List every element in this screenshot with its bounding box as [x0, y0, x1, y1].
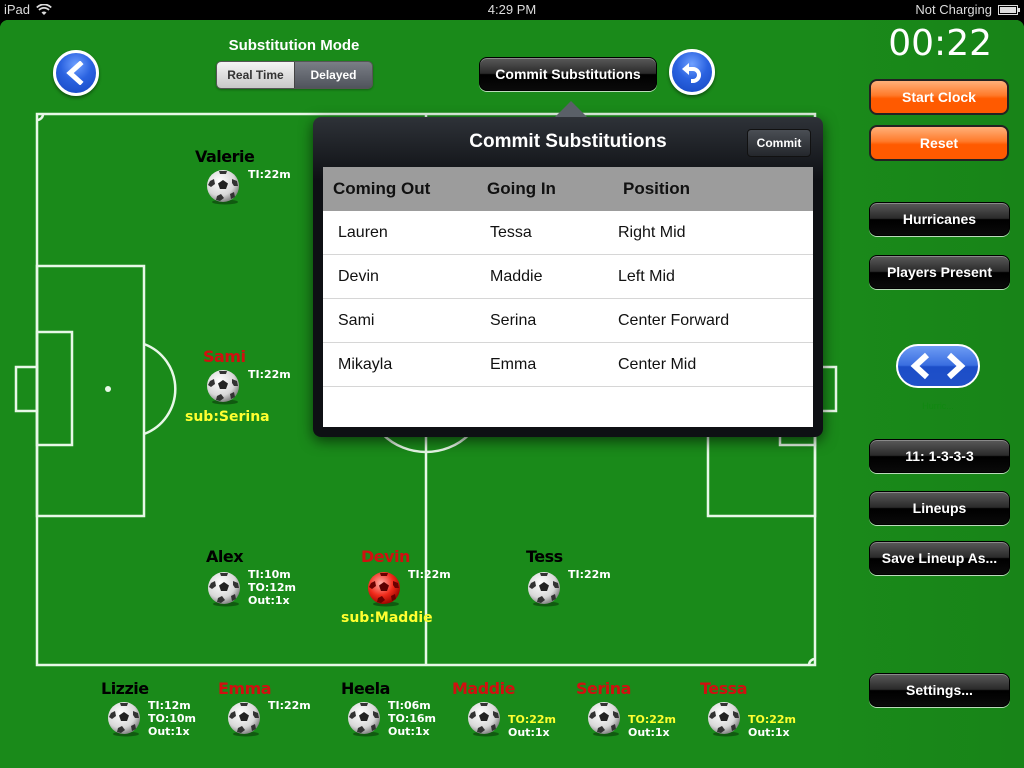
- player-stats: TI:10m TO:12m Out:1x: [248, 568, 297, 607]
- bench-player-heela[interactable]: Heela TI:06m TO:16m Out:1x: [341, 679, 451, 768]
- pending-sub-label: sub:Serina: [185, 409, 270, 425]
- soccer-ball-icon-red: [366, 571, 402, 607]
- battery-status: Not Charging: [915, 2, 992, 17]
- soccer-ball-icon: [526, 571, 562, 607]
- bench-player-tessa[interactable]: Tessa TO:22m Out:1x: [700, 679, 810, 768]
- substitutions-table: Coming Out Going In Position Lauren Tess…: [323, 167, 813, 427]
- team-switcher-button[interactable]: [896, 344, 980, 388]
- cell-coming-out: Mikayla: [338, 355, 393, 373]
- player-stats: TI:12m TO:10m Out:1x: [148, 699, 197, 738]
- reset-button[interactable]: Reset: [869, 125, 1009, 161]
- substitution-mode-label: Substitution Mode: [228, 37, 360, 54]
- player-stats: TI:22m: [268, 699, 311, 712]
- bench-player-serina[interactable]: Serina TO:22m Out:1x: [576, 679, 686, 768]
- commit-substitutions-button[interactable]: Commit Substitutions: [479, 57, 657, 91]
- player-name: Serina: [576, 679, 631, 698]
- cell-going-in: Tessa: [490, 223, 532, 241]
- soccer-ball-icon: [205, 369, 241, 405]
- soccer-ball-icon: [205, 169, 241, 205]
- player-stats: TI:06m TO:16m Out:1x: [388, 699, 437, 738]
- segment-real-time[interactable]: Real Time: [217, 62, 294, 88]
- player-stats: TI:22m: [248, 368, 291, 381]
- player-name: Alex: [206, 547, 244, 566]
- bench-player-maddie[interactable]: Maddie TO:22m Out:1x: [452, 679, 562, 768]
- player-name: Maddie: [452, 679, 515, 698]
- left-arrow-icon: [66, 61, 84, 85]
- table-row[interactable]: Lauren Tessa Right Mid: [323, 211, 813, 255]
- field-player-devin[interactable]: Devin TI:22m sub:Maddie: [341, 547, 471, 637]
- cell-coming-out: Sami: [338, 311, 375, 329]
- cell-position: Left Mid: [618, 267, 675, 285]
- player-name: Tessa: [700, 679, 747, 698]
- field-player-sami[interactable]: Sami TI:22m sub:Serina: [185, 347, 295, 437]
- team-button[interactable]: Hurricanes: [869, 202, 1010, 236]
- save-lineup-button[interactable]: Save Lineup As...: [869, 541, 1010, 575]
- column-header-position: Position: [623, 179, 691, 198]
- formation-button[interactable]: 11: 1-3-3-3: [869, 439, 1010, 473]
- cell-coming-out: Devin: [338, 267, 379, 285]
- team-switcher-label: Hurric...: [922, 401, 954, 411]
- field-player-alex[interactable]: Alex TI:10m TO:12m Out:1x: [206, 547, 316, 637]
- lineups-button[interactable]: Lineups: [869, 491, 1010, 525]
- player-name: Emma: [218, 679, 272, 698]
- cell-coming-out: Lauren: [338, 223, 388, 241]
- popover-arrow: [555, 101, 587, 117]
- cell-going-in: Maddie: [490, 267, 543, 285]
- soccer-ball-icon: [706, 701, 742, 737]
- status-bar: iPad 4:29 PM Not Charging: [0, 0, 1024, 20]
- player-stats: TI:22m: [248, 168, 291, 181]
- game-clock: 00:22: [888, 23, 992, 64]
- player-name: Sami: [203, 347, 246, 366]
- soccer-ball-icon: [206, 571, 242, 607]
- field-player-valerie[interactable]: Valerie TI:22m: [195, 147, 305, 237]
- player-name: Heela: [341, 679, 390, 698]
- bench-player-emma[interactable]: Emma TI:22m: [218, 679, 328, 768]
- players-present-button[interactable]: Players Present: [869, 255, 1010, 289]
- player-name: Devin: [361, 547, 410, 566]
- cell-going-in: Serina: [490, 311, 537, 329]
- column-header-going-in: Going In: [487, 179, 556, 198]
- commit-button[interactable]: Commit: [747, 129, 811, 157]
- player-name: Tess: [526, 547, 563, 566]
- table-header: Coming Out Going In Position: [323, 167, 813, 211]
- left-right-arrows-icon: [910, 352, 966, 380]
- start-clock-button[interactable]: Start Clock: [869, 79, 1009, 115]
- segment-delayed[interactable]: Delayed: [294, 62, 372, 88]
- commit-substitutions-popover: Commit Substitutions Commit Coming Out G…: [313, 101, 823, 437]
- table-row[interactable]: Sami Serina Center Forward: [323, 299, 813, 343]
- app-window: Substitution Mode Real Time Delayed Comm…: [0, 20, 1024, 768]
- back-button[interactable]: [53, 50, 99, 96]
- soccer-ball-icon: [226, 701, 262, 737]
- cell-going-in: Emma: [490, 355, 537, 373]
- soccer-ball-icon: [106, 701, 142, 737]
- pending-sub-label: sub:Maddie: [341, 610, 433, 626]
- player-name: Lizzie: [101, 679, 149, 698]
- player-stats: TO:22m Out:1x: [748, 713, 797, 739]
- battery-icon: [998, 4, 1020, 15]
- player-stats: TI:22m: [408, 568, 451, 581]
- player-stats: TI:22m: [568, 568, 611, 581]
- player-stats: TO:22m Out:1x: [508, 713, 557, 739]
- player-stats: TO:22m Out:1x: [628, 713, 677, 739]
- field-player-tess[interactable]: Tess TI:22m: [526, 547, 636, 637]
- cell-position: Center Mid: [618, 355, 697, 373]
- soccer-ball-icon: [586, 701, 622, 737]
- undo-arrow-icon: [682, 63, 701, 83]
- settings-button[interactable]: Settings...: [869, 673, 1010, 707]
- column-header-coming-out: Coming Out: [333, 179, 431, 198]
- undo-button[interactable]: [669, 49, 715, 95]
- substitution-mode-segmented-control[interactable]: Real Time Delayed: [216, 61, 373, 89]
- status-time: 4:29 PM: [487, 2, 537, 17]
- cell-position: Right Mid: [618, 223, 686, 241]
- bench-player-lizzie[interactable]: Lizzie TI:12m TO:10m Out:1x: [101, 679, 211, 768]
- cell-position: Center Forward: [618, 311, 730, 329]
- player-name: Valerie: [195, 147, 255, 166]
- table-row[interactable]: Mikayla Emma Center Mid: [323, 343, 813, 387]
- table-row[interactable]: Devin Maddie Left Mid: [323, 255, 813, 299]
- soccer-ball-icon: [466, 701, 502, 737]
- soccer-ball-icon: [346, 701, 382, 737]
